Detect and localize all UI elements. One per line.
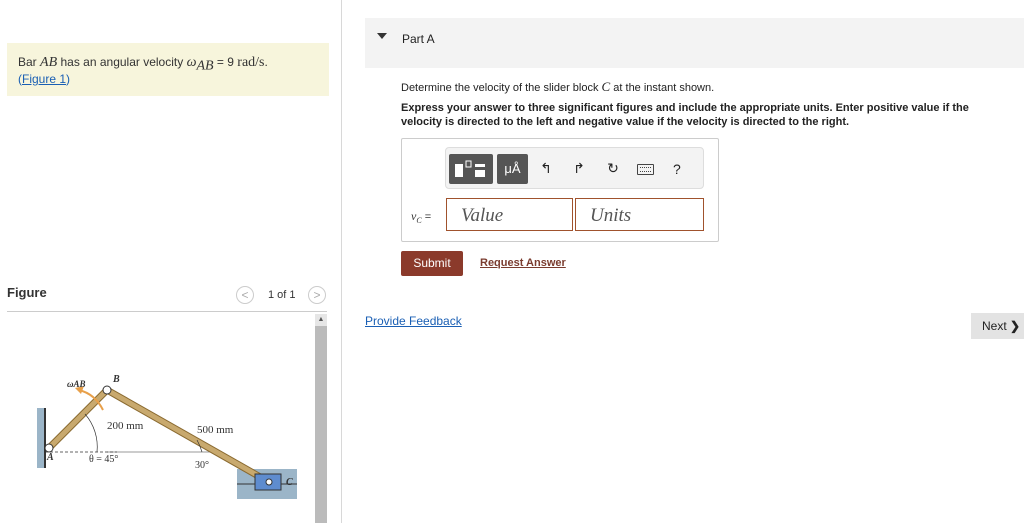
part-title: Part A	[402, 32, 435, 46]
request-answer-link[interactable]: Request Answer	[480, 257, 566, 269]
next-figure-button[interactable]: >	[308, 286, 326, 304]
pin-b	[102, 385, 112, 395]
units-input[interactable]: Units	[575, 198, 704, 231]
keyboard-icon[interactable]	[637, 164, 654, 175]
label-len-bc: 500 mm	[197, 424, 234, 436]
submit-button[interactable]: Submit	[401, 251, 463, 276]
panel-divider	[341, 0, 342, 523]
variable-label: vC =	[411, 209, 432, 226]
reset-icon[interactable]: ↻	[603, 160, 623, 177]
collapse-caret-icon[interactable]	[377, 33, 387, 39]
part-header[interactable]	[365, 18, 1024, 68]
units-button[interactable]: μÅ	[497, 154, 528, 184]
figure-link[interactable]: (Figure 1)	[18, 72, 70, 86]
figure-title: Figure	[7, 285, 47, 300]
undo-icon[interactable]: ↰	[536, 160, 556, 177]
figure-pager: 1 of 1	[268, 289, 296, 301]
templates-icon	[455, 160, 485, 177]
templates-button[interactable]	[449, 154, 493, 184]
label-omega: ωAB	[67, 379, 86, 389]
problem-statement: Bar AB has an angular velocity ωAB = 9 r…	[7, 43, 329, 96]
answer-instructions: Express your answer to three significant…	[401, 102, 969, 128]
value-input[interactable]: Value	[446, 198, 573, 231]
prev-figure-button[interactable]: <	[236, 286, 254, 304]
pin-a	[44, 443, 54, 453]
label-a: A	[46, 452, 54, 463]
chevron-right-icon: ❯	[1010, 319, 1021, 333]
redo-icon[interactable]: ↱	[569, 160, 589, 177]
label-len-ab: 200 mm	[107, 420, 144, 432]
label-b: B	[112, 374, 120, 385]
label-c: C	[286, 477, 293, 488]
help-button[interactable]: ?	[673, 161, 681, 177]
mechanism-figure: ωAB B A C 200 mm 500 mm θ = 45° 30°	[37, 374, 297, 499]
provide-feedback-link[interactable]: Provide Feedback	[365, 314, 462, 328]
next-button-label: Next	[982, 319, 1007, 333]
wall-a	[37, 408, 45, 468]
figure-scrollbar[interactable]	[315, 314, 327, 523]
label-angle: 30°	[195, 460, 209, 471]
label-theta: θ = 45°	[89, 454, 118, 465]
next-button[interactable]: Next ❯	[971, 313, 1024, 339]
question-text: Determine the velocity of the slider blo…	[401, 79, 715, 94]
scroll-up-icon[interactable]: ▲	[315, 314, 327, 326]
